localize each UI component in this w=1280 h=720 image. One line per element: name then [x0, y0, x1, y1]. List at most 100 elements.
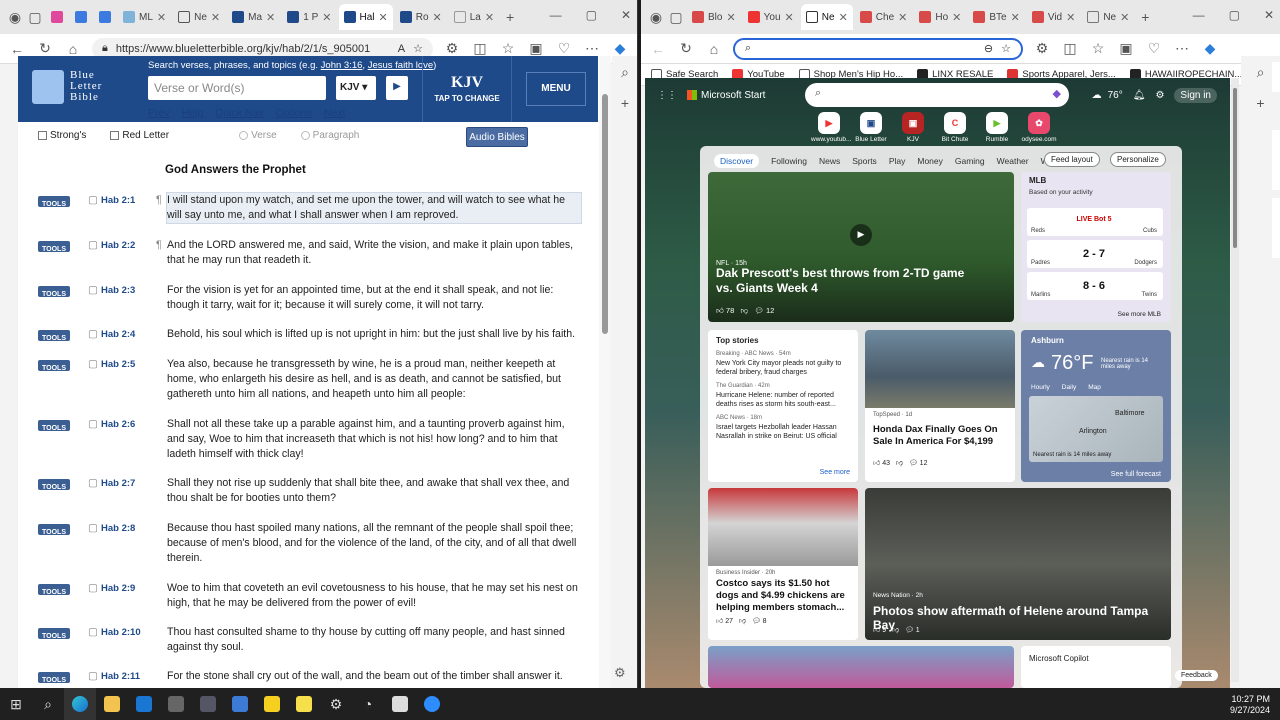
play-icon[interactable]: ▶ [850, 224, 872, 246]
refresh-icon[interactable]: ↻ [36, 40, 54, 57]
see-more-link[interactable]: See more [820, 469, 850, 476]
file-explorer-icon[interactable] [96, 688, 128, 720]
mlb-scores-card[interactable]: MLB Based on your activity Reds LIVE Bot … [1021, 172, 1171, 322]
tab-7[interactable]: La ✕ [449, 4, 499, 30]
tools-button[interactable]: TOOLS [38, 672, 70, 684]
hero-title[interactable]: Dak Prescott's best throws from 2-TD gam… [716, 266, 976, 296]
copy-icon[interactable]: ▢ [88, 239, 98, 251]
home-icon[interactable]: ⌂ [705, 41, 723, 57]
close-window-icon[interactable]: ✕ [1264, 8, 1274, 22]
settings-gear-icon[interactable]: ⚙ [614, 665, 626, 681]
verse-ref-link[interactable]: Hab 2:2 [101, 238, 135, 253]
browser-essentials-icon[interactable]: ♡ [1145, 40, 1163, 57]
copy-icon[interactable]: ▢ [88, 358, 98, 370]
feed-tab-discover[interactable]: Discover [714, 154, 760, 168]
left-scrollbar[interactable] [599, 56, 611, 688]
system-clock[interactable]: 10:27 PM 9/27/2024 [1230, 694, 1270, 716]
help-link[interactable]: Help [182, 107, 204, 119]
tools-button[interactable]: TOOLS [38, 524, 70, 536]
header-temperature[interactable]: 76° [1108, 90, 1123, 101]
profile-icon[interactable]: ◉ [647, 9, 665, 26]
todo-icon[interactable] [256, 688, 288, 720]
like-count[interactable]: 9 [882, 627, 886, 634]
verse-ref-link[interactable]: Hab 2:11 [101, 669, 140, 684]
story-item[interactable]: ABC News · 18m Israel targets Hezbollah l… [716, 414, 850, 441]
mlb-game-row[interactable]: Padres 2 - 7 Dodgers [1027, 240, 1163, 268]
tab-1[interactable]: ML ✕ [118, 4, 171, 30]
verse-ref-link[interactable]: Hab 2:8 [101, 521, 135, 536]
feed-tab-weather[interactable]: Weather [997, 156, 1029, 166]
back-icon[interactable]: ← [8, 41, 26, 57]
example-link[interactable]: John 3:16 [321, 60, 363, 71]
verse-radio[interactable]: Verse [239, 130, 277, 141]
close-tab-icon[interactable]: ✕ [952, 11, 961, 24]
tab-pinned-3[interactable] [94, 4, 116, 30]
tab-actions-icon[interactable]: ▢ [667, 9, 685, 26]
copy-icon[interactable]: ▢ [88, 477, 98, 489]
split-screen-icon[interactable]: ◫ [1061, 40, 1079, 57]
quick-link-odysee[interactable]: ✿ odysee.com [1021, 112, 1057, 143]
new-tab-icon[interactable]: + [501, 9, 519, 25]
minimize-icon[interactable]: — [550, 8, 562, 22]
story-headline[interactable]: Hurricane Helene: number of reported dea… [716, 391, 850, 409]
weather-tab-map[interactable]: Map [1088, 384, 1101, 391]
story-headline[interactable]: New York City mayor pleads not guilty to… [716, 359, 850, 377]
read-aloud-icon[interactable]: A [398, 43, 405, 55]
favorites-icon[interactable]: ☆ [499, 40, 517, 57]
mlb-game-row[interactable]: Marlins 8 - 6 Twins [1027, 272, 1163, 300]
add-sidebar-icon[interactable]: + [621, 95, 629, 111]
weather-tab-hourly[interactable]: Hourly [1031, 384, 1050, 391]
copilot-icon[interactable]: ◆ [1053, 87, 1061, 100]
tab-3-active[interactable]: Ne ✕ [800, 4, 853, 30]
tab-2[interactable]: Ne ✕ [173, 4, 225, 30]
refresh-icon[interactable]: ↻ [677, 40, 695, 57]
like-count[interactable]: 27 [725, 618, 733, 625]
copy-icon[interactable]: ▢ [88, 418, 98, 430]
start-windows-icon[interactable]: ⊞ [0, 688, 32, 720]
close-tab-icon[interactable]: ✕ [726, 11, 735, 24]
zoom-icon[interactable] [416, 688, 448, 720]
weather-tab-daily[interactable]: Daily [1062, 384, 1076, 391]
quick-nav-link[interactable]: Quick Nav [215, 107, 263, 119]
close-tab-icon[interactable]: ✕ [839, 11, 848, 24]
more-menu-icon[interactable]: ⋯ [583, 40, 601, 57]
add-sidebar-icon[interactable]: + [1256, 95, 1264, 111]
close-tab-icon[interactable]: ✕ [322, 11, 331, 24]
camera-icon[interactable] [160, 688, 192, 720]
version-select[interactable]: KJV ▾ [336, 76, 376, 100]
copy-icon[interactable]: ▢ [88, 582, 98, 594]
more-menu-icon[interactable]: ⋯ [1173, 40, 1191, 57]
msn-brand[interactable]: Microsoft Start [701, 90, 765, 101]
scroll-thumb[interactable] [1233, 88, 1237, 248]
close-tab-icon[interactable]: ✕ [211, 11, 220, 24]
sticky-notes-icon[interactable] [288, 688, 320, 720]
close-tab-icon[interactable]: ✕ [1066, 11, 1075, 24]
tools-button[interactable]: TOOLS [38, 360, 70, 372]
tools-button[interactable]: TOOLS [38, 420, 70, 432]
version-switcher[interactable]: KJV TAP TO CHANGE [422, 56, 512, 122]
quick-link-kjv[interactable]: ▣ KJV [895, 112, 931, 143]
tab-1[interactable]: Blo ✕ [687, 4, 741, 30]
verse-ref-link[interactable]: Hab 2:4 [101, 327, 135, 342]
comment-count[interactable]: 8 [763, 618, 767, 625]
maximize-icon[interactable]: ▢ [1229, 8, 1240, 22]
feed-tab-money[interactable]: Money [917, 156, 943, 166]
tab-4[interactable]: 1 P ✕ [282, 4, 336, 30]
weather-card[interactable]: Ashburn ☁ 76°F Nearest rain is 14 miles … [1021, 330, 1171, 482]
see-more-mlb-link[interactable]: See more MLB [1118, 311, 1161, 318]
like-count[interactable]: 43 [882, 460, 890, 467]
edge-browser-icon[interactable] [64, 688, 96, 720]
comment-count[interactable]: 12 [766, 306, 774, 315]
new-tab-icon[interactable]: + [1136, 9, 1154, 25]
verse-ref-link[interactable]: Hab 2:5 [101, 357, 135, 372]
article-title[interactable]: Costco says its $1.50 hot dogs and $4.99… [708, 576, 858, 616]
costco-article-card[interactable]: Business Insider · 20h Costco says its $… [708, 488, 858, 640]
feed-tab-news[interactable]: News [819, 156, 840, 166]
tools-button[interactable]: TOOLS [38, 196, 70, 208]
mlb-title[interactable]: MLB [1021, 172, 1171, 189]
favorite-star-icon[interactable]: ☆ [1001, 42, 1011, 55]
apps-grid-icon[interactable]: ⋮⋮ [657, 90, 677, 101]
copy-icon[interactable]: ▢ [88, 284, 98, 296]
close-tab-icon[interactable]: ✕ [785, 11, 794, 24]
copilot-card[interactable]: Microsoft Copilot [1021, 646, 1171, 688]
